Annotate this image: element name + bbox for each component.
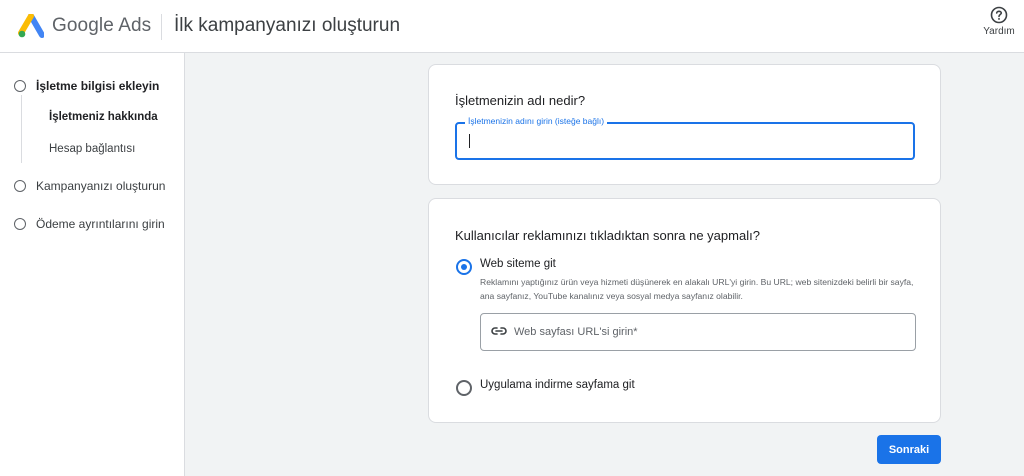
step-circle-icon: [14, 218, 26, 230]
click-action-question: Kullanıcılar reklamınızı tıkladıktan son…: [455, 228, 760, 243]
step-connector-line: [21, 95, 22, 163]
website-url-input[interactable]: Web sayfası URL'si girin*: [480, 313, 916, 351]
radio-app-download[interactable]: [456, 380, 472, 396]
step-label: Kampanyanızı oluşturun: [36, 179, 166, 193]
brand-name: Google Ads: [52, 15, 152, 36]
step-circle-icon: [14, 80, 26, 92]
text-cursor: [469, 134, 470, 148]
substep-about-business[interactable]: İşletmeniz hakkında: [49, 111, 158, 123]
help-label: Yardım: [983, 26, 1015, 37]
top-bar: Google Ads İlk kampanyanızı oluşturun Ya…: [0, 0, 1024, 53]
page-title: İlk kampanyanızı oluşturun: [174, 15, 401, 36]
help-icon: [990, 6, 1008, 24]
click-action-card: Kullanıcılar reklamınızı tıkladıktan son…: [428, 198, 941, 423]
step-add-business-info[interactable]: İşletme bilgisi ekleyin: [0, 75, 185, 99]
substep-account-linking[interactable]: Hesap bağlantısı: [49, 143, 135, 155]
business-name-card: İşletmenizin adı nedir? İşletmenizin adı…: [428, 64, 941, 185]
option-website-label[interactable]: Web siteme git: [480, 258, 556, 270]
step-create-campaign[interactable]: Kampanyanızı oluşturun: [0, 175, 185, 199]
sidebar: İşletme bilgisi ekleyin İşletmeniz hakkı…: [0, 53, 185, 476]
step-payment-details[interactable]: Ödeme ayrıntılarını girin: [0, 213, 185, 237]
help-button[interactable]: Yardım: [974, 6, 1024, 37]
option-website-description: Reklamını yaptığınız ürün veya hizmeti d…: [480, 277, 914, 301]
option-app-download-label[interactable]: Uygulama indirme sayfama git: [480, 379, 635, 391]
google-ads-logo-icon[interactable]: [18, 14, 44, 38]
radio-website[interactable]: [456, 259, 472, 275]
website-url-placeholder: Web sayfası URL'si girin*: [514, 326, 638, 338]
link-icon: [491, 327, 507, 335]
business-name-input-label: İşletmenizin adını girin (isteğe bağlı): [465, 116, 608, 126]
business-name-question: İşletmenizin adı nedir?: [455, 93, 586, 108]
step-label: İşletme bilgisi ekleyin: [36, 79, 160, 93]
business-name-input[interactable]: İşletmenizin adını girin (isteğe bağlı): [455, 116, 915, 160]
step-circle-icon: [14, 180, 26, 192]
header-divider: [161, 14, 162, 40]
step-label: Ödeme ayrıntılarını girin: [36, 217, 165, 231]
next-button[interactable]: Sonraki: [877, 435, 941, 464]
